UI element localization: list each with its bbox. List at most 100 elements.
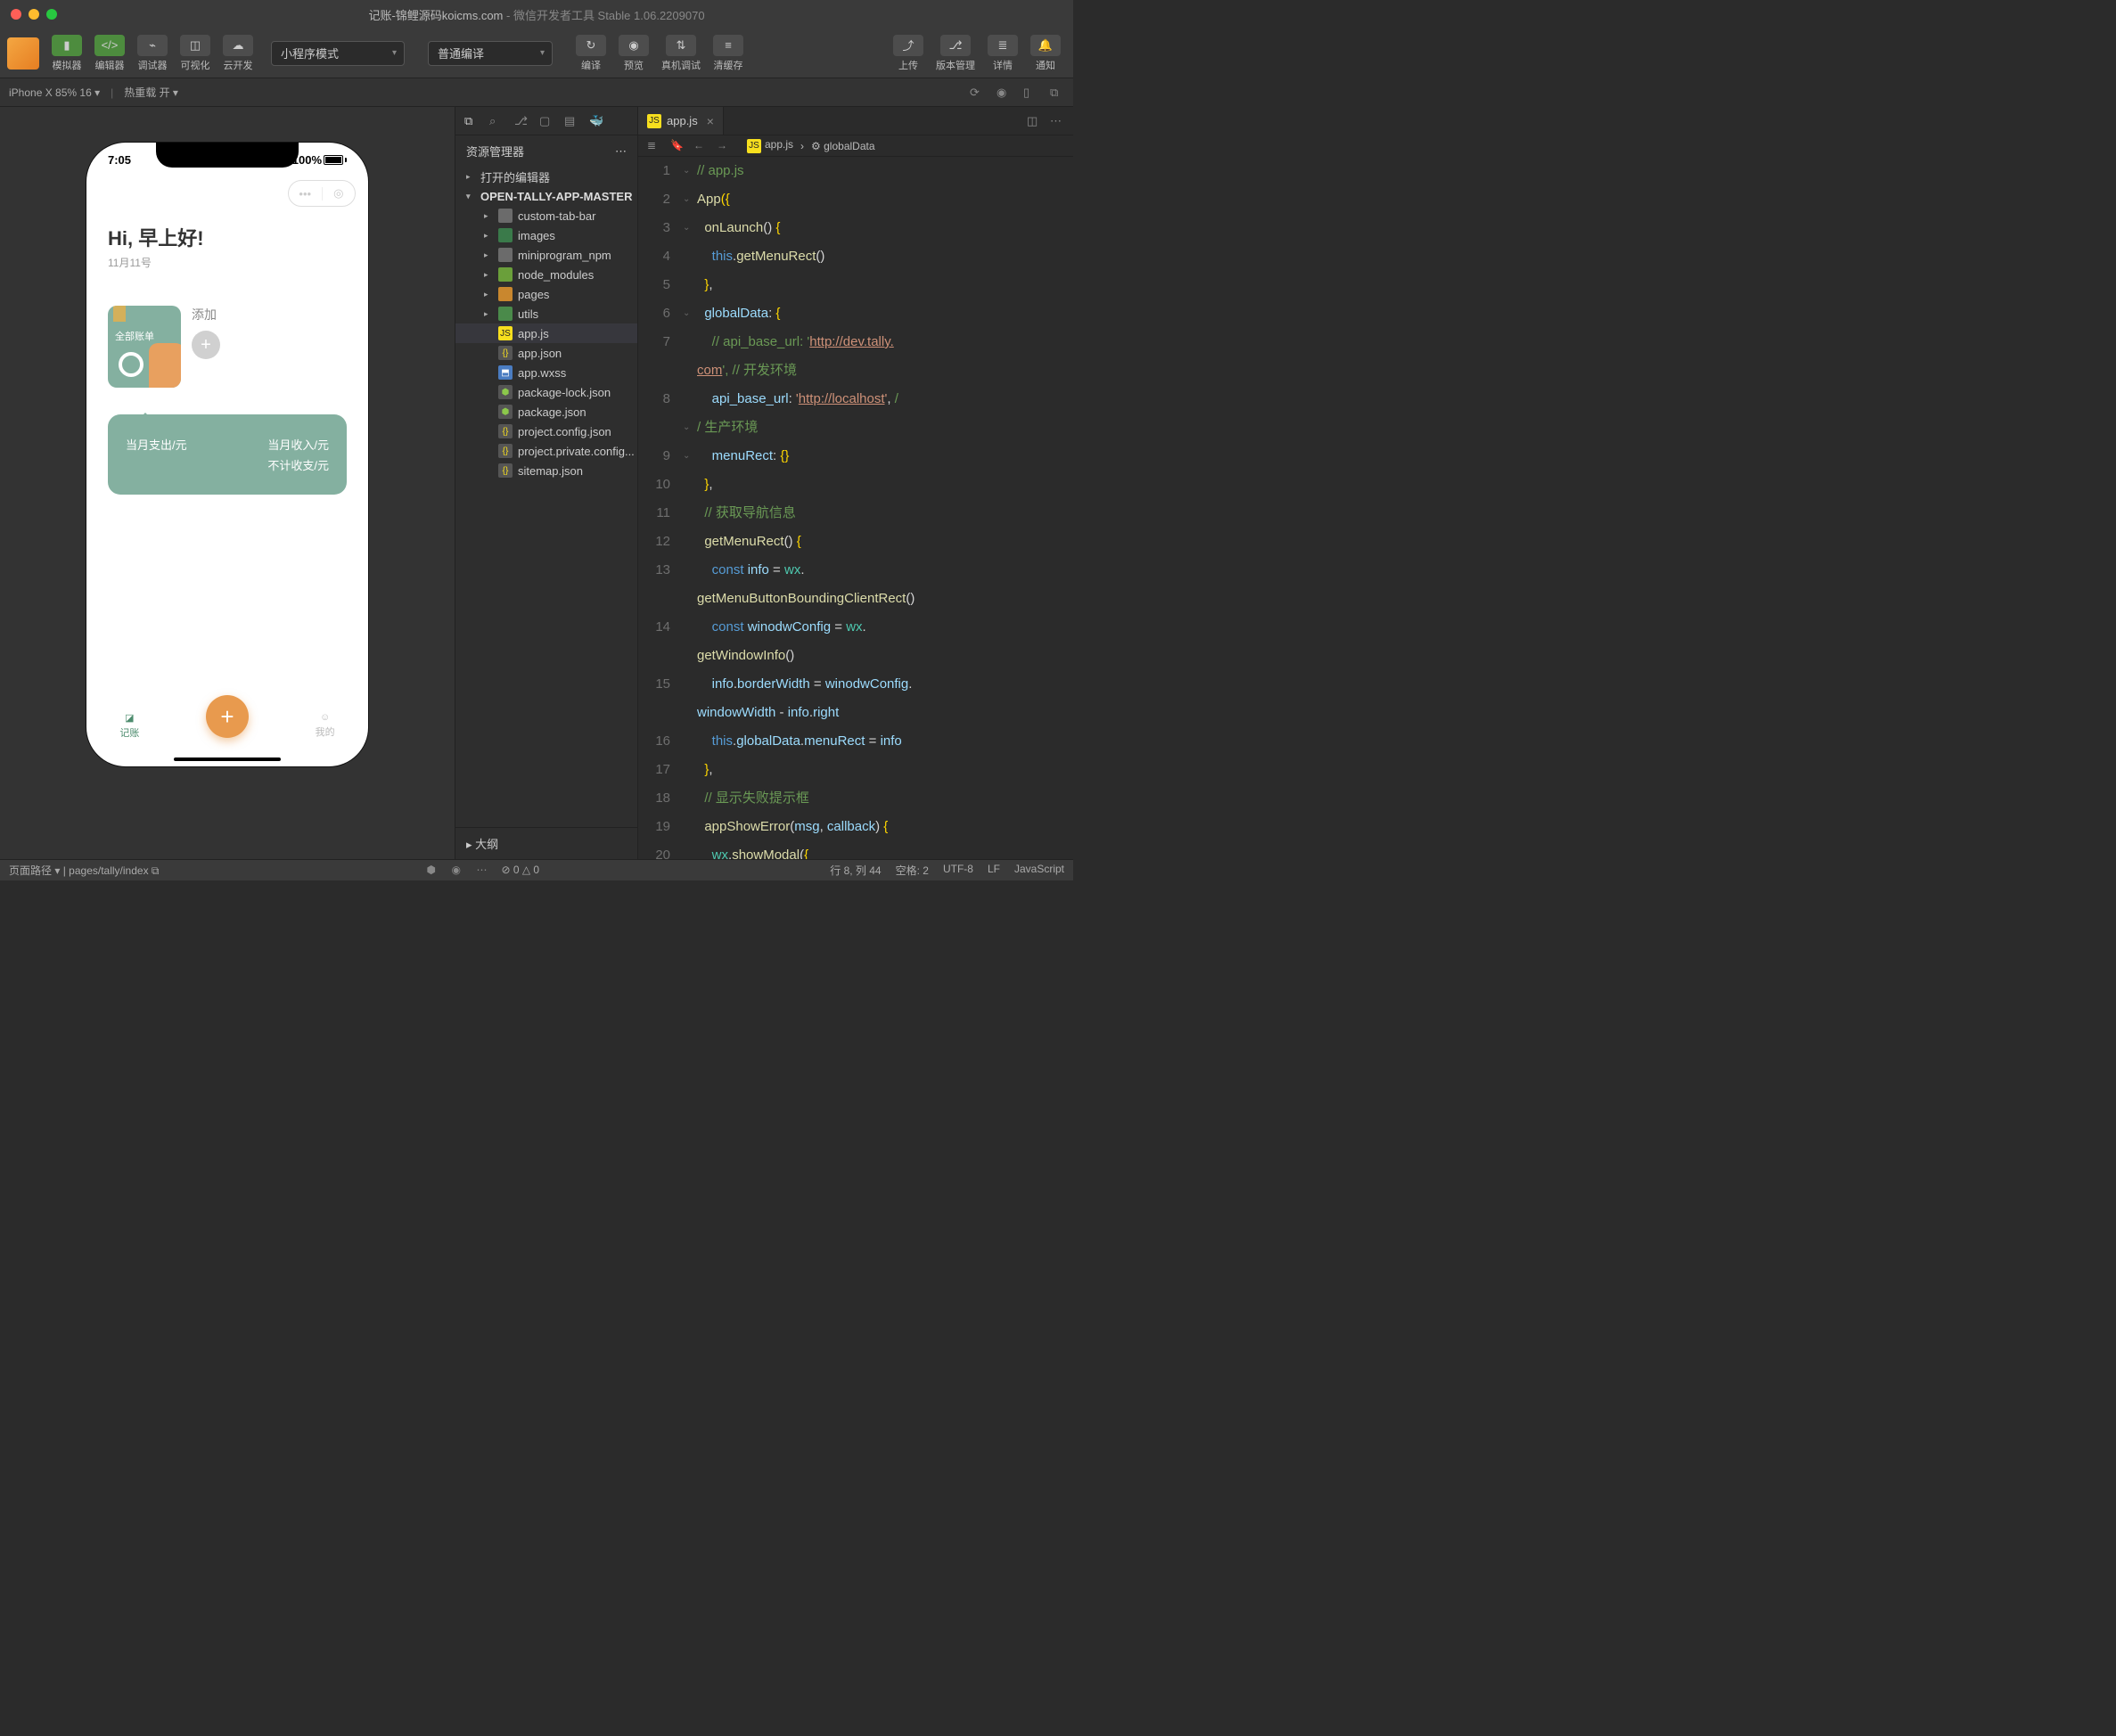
more-status-icon[interactable]: ⋯ [476, 864, 490, 878]
cloud-button[interactable]: ☁云开发 [217, 31, 258, 76]
sync-icon[interactable]: ⟳ [970, 86, 984, 100]
docker-icon[interactable]: 🐳 [589, 114, 603, 128]
search-icon[interactable]: ⌕ [489, 114, 504, 128]
fab-add-button[interactable]: + [206, 695, 249, 738]
phone-tabbar: ◪记账 + ☺我的 [86, 699, 368, 752]
editor-panel: JS app.js × ◫ ⋯ ≣ 🔖 ← → JSapp.js › ⚙ glo… [638, 107, 1073, 859]
greeting-text: Hi, 早上好! [108, 223, 347, 251]
debugger-button[interactable]: ⌁调试器 [132, 31, 173, 76]
language-mode[interactable]: JavaScript [1014, 863, 1064, 878]
git-icon[interactable]: ⎇ [514, 114, 529, 128]
simulator-panel: 7:05 100% ••• ◎ Hi, 早上好! 11月11号 全部账单 [0, 107, 455, 859]
bookmark-icon[interactable]: 🔖 [670, 139, 685, 153]
breadcrumb-symbol[interactable]: ⚙ globalData [811, 140, 874, 152]
capsule-menu-icon[interactable]: ••• [289, 187, 323, 201]
cursor-position[interactable]: 行 8, 列 44 [830, 863, 881, 878]
phone-frame: 7:05 100% ••• ◎ Hi, 早上好! 11月11号 全部账单 [86, 143, 368, 766]
tab-app-js[interactable]: JS app.js × [638, 107, 724, 135]
file-tree: ▸打开的编辑器 ▾OPEN-TALLY-APP-MASTER ▸custom-t… [455, 167, 637, 827]
tree-item-project-private-config---[interactable]: {}project.private.config... [455, 441, 637, 461]
js-icon: JS [647, 114, 661, 128]
upload-button[interactable]: ⤴上传 [888, 31, 929, 76]
page-path[interactable]: 页面路径 ▾ | pages/tally/index ⧉ [9, 863, 159, 878]
tree-item-app-json[interactable]: {}app.json [455, 343, 637, 363]
open-editors-section[interactable]: ▸打开的编辑器 [455, 167, 637, 186]
device-icon[interactable]: ▯ [1023, 86, 1037, 100]
upload-icon: ⤴ [893, 35, 923, 56]
forward-icon[interactable]: → [717, 139, 731, 153]
outline-section[interactable]: ▸ 大纲 [455, 827, 637, 859]
all-bills-card[interactable]: 全部账单 [108, 306, 181, 388]
box-icon[interactable]: ▢ [539, 114, 554, 128]
copy-icon[interactable]: ⧉ [1050, 86, 1064, 100]
tree-item-custom-tab-bar[interactable]: ▸custom-tab-bar [455, 206, 637, 225]
files-icon[interactable]: ⧉ [464, 114, 479, 128]
encoding[interactable]: UTF-8 [943, 863, 973, 878]
visualize-button[interactable]: ◫可视化 [175, 31, 216, 76]
user-icon: ☺ [320, 712, 330, 723]
traffic-lights[interactable] [11, 9, 57, 20]
close-tab-icon[interactable]: × [707, 114, 714, 128]
real-debug-button[interactable]: ⇅真机调试 [656, 31, 706, 76]
tree-item-images[interactable]: ▸images [455, 225, 637, 245]
minimize-icon[interactable] [29, 9, 39, 20]
terminal-icon[interactable]: ▤ [564, 114, 578, 128]
tree-item-pages[interactable]: ▸pages [455, 284, 637, 304]
compile-button[interactable]: ↻编译 [570, 31, 611, 76]
maximize-icon[interactable] [46, 9, 57, 20]
detail-button[interactable]: ≣详情 [982, 31, 1023, 76]
code-editor[interactable]: 1234567 8 910111213 14 15 1617181920 ⌄⌄⌄… [638, 157, 1073, 859]
indent-setting[interactable]: 空格: 2 [896, 863, 929, 878]
version-button[interactable]: ⎇版本管理 [931, 31, 980, 76]
editor-button[interactable]: </>编辑器 [89, 31, 130, 76]
tree-item-project-config-json[interactable]: {}project.config.json [455, 422, 637, 441]
record-icon[interactable]: ◉ [996, 86, 1011, 100]
bug-status-icon[interactable]: ⬢ [426, 864, 440, 878]
bookmark-icon [113, 306, 126, 322]
back-icon[interactable]: ← [693, 139, 708, 153]
preview-button[interactable]: ◉预览 [613, 31, 654, 76]
summary-card[interactable]: 当月支出/元 当月收入/元不计收支/元 [108, 414, 347, 495]
branch-icon: ⎇ [940, 35, 971, 56]
tree-item-miniprogram-npm[interactable]: ▸miniprogram_npm [455, 245, 637, 265]
tree-item-node-modules[interactable]: ▸node_modules [455, 265, 637, 284]
tree-item-utils[interactable]: ▸utils [455, 304, 637, 323]
tree-item-package-json[interactable]: ⬢package.json [455, 402, 637, 422]
explorer-title: 资源管理器⋯ [455, 135, 637, 167]
eye-icon: ◉ [619, 35, 649, 56]
tree-item-package-lock-json[interactable]: ⬢package-lock.json [455, 382, 637, 402]
main-toolbar: ▮模拟器 </>编辑器 ⌁调试器 ◫可视化 ☁云开发 小程序模式 普通编译 ↻编… [0, 29, 1073, 78]
avatar[interactable] [7, 37, 39, 70]
close-icon[interactable] [11, 9, 21, 20]
notice-button[interactable]: 🔔通知 [1025, 31, 1066, 76]
tree-item-app-wxss[interactable]: ⬒app.wxss [455, 363, 637, 382]
hot-reload-toggle[interactable]: 热重载 开 ▾ [124, 85, 178, 100]
refresh-icon: ↻ [576, 35, 606, 56]
more-icon[interactable]: ⋯ [1050, 114, 1064, 128]
problems-count[interactable]: ⊘ 0 △ 0 [501, 864, 539, 878]
code-icon: </> [94, 35, 125, 56]
project-root[interactable]: ▾OPEN-TALLY-APP-MASTER [455, 186, 637, 206]
add-card[interactable]: 添加 + [192, 306, 265, 388]
capsule-button[interactable]: ••• ◎ [288, 180, 356, 207]
tab-tally[interactable]: ◪记账 [119, 712, 139, 740]
window-titlebar: 记账-锦鲤源码koicms.com - 微信开发者工具 Stable 1.06.… [0, 0, 1073, 29]
tree-item-app-js[interactable]: JSapp.js [455, 323, 637, 343]
mode-select[interactable]: 小程序模式 [271, 41, 405, 66]
tab-mine[interactable]: ☺我的 [316, 712, 335, 739]
explorer-panel: ⧉ ⌕ ⎇ ▢ ▤ 🐳 资源管理器⋯ ▸打开的编辑器 ▾OPEN-TALLY-A… [455, 107, 638, 859]
more-icon[interactable]: ⋯ [615, 144, 627, 159]
list-icon[interactable]: ≣ [647, 139, 661, 153]
eol[interactable]: LF [988, 863, 1000, 878]
clear-cache-button[interactable]: ≡清缓存 [708, 31, 749, 76]
person-illustration [149, 343, 181, 388]
breadcrumb-file[interactable]: JSapp.js [747, 138, 793, 153]
capsule-close-icon[interactable]: ◎ [323, 186, 356, 201]
tree-item-sitemap-json[interactable]: {}sitemap.json [455, 461, 637, 480]
compile-mode-select[interactable]: 普通编译 [428, 41, 553, 66]
eye-status-icon[interactable]: ◉ [451, 864, 465, 878]
device-selector[interactable]: iPhone X 85% 16 ▾ [9, 86, 100, 99]
sub-toolbar: iPhone X 85% 16 ▾ | 热重载 开 ▾ ⟳ ◉ ▯ ⧉ [0, 78, 1073, 107]
simulator-button[interactable]: ▮模拟器 [46, 31, 87, 76]
split-icon[interactable]: ◫ [1027, 114, 1041, 128]
